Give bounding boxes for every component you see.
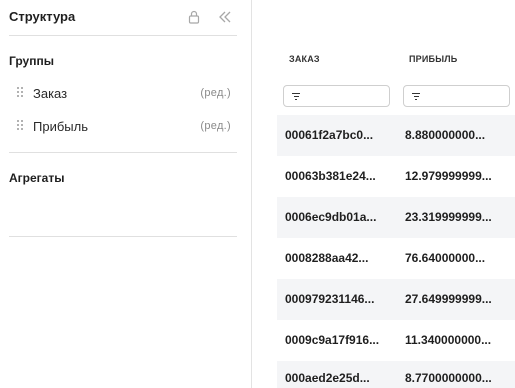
cell-order: 00061f2a7bc0... [285,128,374,142]
cell-profit: 12.979999999... [405,169,492,183]
group-edit-link[interactable]: (ред.) [200,120,231,132]
cell-order: 00063b381e24... [285,169,376,183]
collapse-left-icon[interactable] [217,10,233,24]
panel-header: Структура [9,9,239,27]
data-grid: ЗАКАЗ ПРИБЫЛЬ 00061f2a7bc0... 8.88000000… [277,40,515,388]
column-header-order[interactable]: ЗАКАЗ [289,40,399,78]
cell-order: 0008288aa42... [285,251,369,265]
cell-profit: 23.319999999... [405,210,492,224]
table-row[interactable]: 00063b381e24... 12.979999999... [277,156,515,197]
cell-order: 000979231146... [285,292,375,306]
divider [9,35,237,36]
table-row[interactable]: 0009c9a17f916... 11.340000000... [277,320,515,361]
cell-profit: 8.880000000... [405,128,486,142]
filter-icon [412,93,420,100]
group-edit-link[interactable]: (ред.) [200,87,231,99]
cell-order: 000aed2e25d... [285,371,370,385]
filter-input-order[interactable] [283,85,390,107]
group-item-profit[interactable]: Прибыль (ред.) [9,117,231,137]
structure-panel: Структура Группы Заказ (ред.) Прибыль (р… [0,0,252,388]
group-label: Заказ [33,86,68,101]
aggregates-section-title: Агрегаты [9,171,65,185]
group-item-order[interactable]: Заказ (ред.) [9,84,231,104]
table-row[interactable]: 000979231146... 27.649999999... [277,279,515,320]
divider [9,236,237,237]
table-row[interactable]: 00061f2a7bc0... 8.880000000... [277,115,515,156]
group-label: Прибыль [33,119,88,134]
cell-profit: 11.340000000... [405,333,492,347]
column-header-profit[interactable]: ПРИБЫЛЬ [409,40,515,78]
drag-handle-icon[interactable] [17,120,25,132]
divider [9,152,237,153]
filter-icon [292,93,300,100]
table-row[interactable]: 000aed2e25d... 8.7700000000... [277,361,515,388]
cell-profit: 8.7700000000... [405,371,492,385]
filter-input-profit[interactable] [403,85,510,107]
cell-order: 0006ec9db01a... [285,210,377,224]
table-row[interactable]: 0008288aa42... 76.64000000... [277,238,515,279]
cell-profit: 76.64000000... [405,251,486,265]
cell-profit: 27.649999999... [405,292,492,306]
panel-title: Структура [9,9,76,24]
table-row[interactable]: 0006ec9db01a... 23.319999999... [277,197,515,238]
drag-handle-icon[interactable] [17,87,25,99]
lock-icon[interactable] [187,10,201,24]
groups-section-title: Группы [9,54,54,68]
cell-order: 0009c9a17f916... [285,333,380,347]
